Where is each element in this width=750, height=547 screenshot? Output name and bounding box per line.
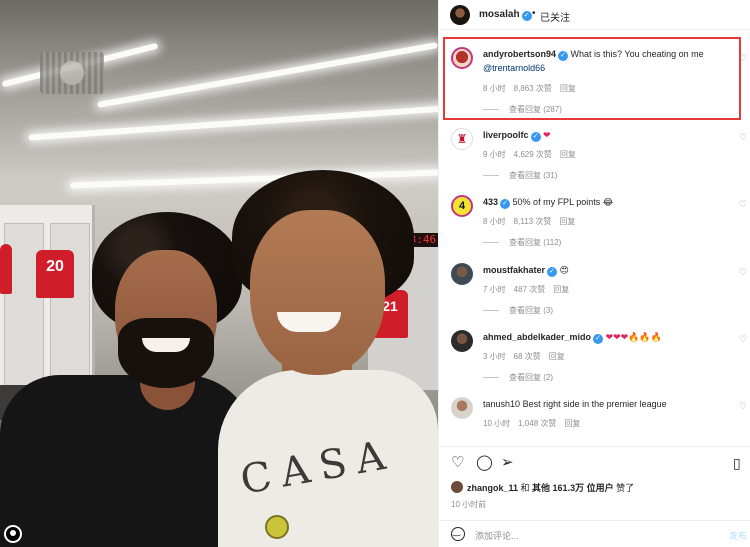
commenter-avatar[interactable] xyxy=(451,263,473,285)
likes-count[interactable]: 487 次赞 xyxy=(514,285,546,294)
person-left-shirt xyxy=(0,375,255,547)
comment-username[interactable]: liverpoolfc xyxy=(483,130,529,140)
verified-icon: ✓ xyxy=(593,334,604,344)
comment-text: ahmed_abdelkader_mido ✓ ❤❤❤🔥🔥🔥 xyxy=(483,332,662,344)
likes-count[interactable]: 8,113 次赞 xyxy=(514,217,552,226)
verified-icon: ✓ xyxy=(530,132,541,142)
comment-bubble-icon[interactable]: ◯ xyxy=(476,455,493,471)
header-separator: • xyxy=(532,8,536,19)
comment-meta: 7 小时 487 次赞 回复 xyxy=(483,285,570,294)
ceiling-vent xyxy=(40,52,104,94)
comment-input[interactable]: 添加评论... xyxy=(475,529,519,542)
comment-text: moustfakhater ✓ 😍 xyxy=(483,265,569,277)
comment-username[interactable]: ahmed_abdelkader_mido xyxy=(483,332,591,342)
comment-meta: 9 小时 4,629 次赞 回复 xyxy=(483,150,576,159)
reply-button[interactable]: 回复 xyxy=(553,285,569,294)
likes-count[interactable]: 68 次赞 xyxy=(514,352,541,361)
view-replies-button[interactable]: 查看回复 (3) xyxy=(483,305,553,316)
reply-button[interactable]: 回复 xyxy=(549,352,565,361)
comment-username[interactable]: tanush10 xyxy=(483,399,520,409)
verified-icon: ✓ xyxy=(500,199,511,209)
like-comment-heart-icon[interactable]: ♡ xyxy=(739,401,747,412)
commenter-avatar[interactable] xyxy=(451,330,473,352)
likes-count[interactable]: 1,048 次赞 xyxy=(518,419,556,428)
comment-meta: 8 小时 8,113 次赞 回复 xyxy=(483,217,576,226)
like-comment-heart-icon[interactable]: ♡ xyxy=(739,199,747,210)
emoji-icon[interactable] xyxy=(451,526,465,541)
liker-username[interactable]: zhangok_11 xyxy=(467,483,518,493)
reply-button[interactable]: 回复 xyxy=(564,419,580,428)
highlight-box xyxy=(443,37,741,120)
jersey-left: 20 xyxy=(36,250,74,298)
reply-button[interactable]: 回复 xyxy=(560,150,576,159)
comment-text: liverpoolfc ✓ ❤ xyxy=(483,130,551,142)
jersey-far-left xyxy=(0,244,12,294)
reply-button[interactable]: 回复 xyxy=(559,217,575,226)
author-avatar[interactable] xyxy=(450,5,470,25)
post-timestamp: 10 小时前 xyxy=(451,500,487,509)
add-comment-bar: 添加评论... 发布 xyxy=(439,520,750,547)
ceiling-light xyxy=(70,169,438,189)
likes-summary: zhangok_11 和 其他 161.3万 位用户 赞了 xyxy=(467,483,635,493)
commenter-avatar[interactable]: ♜ xyxy=(451,128,473,150)
post-photo[interactable]: 20 21 13:46 CASA xyxy=(0,0,438,547)
person-right-face xyxy=(250,210,385,375)
person-left-smile xyxy=(142,338,190,352)
commenter-avatar[interactable] xyxy=(451,397,473,419)
post-actions-bar: ♡ ◯ ➢ ▯ xyxy=(439,446,750,476)
follow-status-button[interactable]: 已关注 xyxy=(540,9,570,24)
view-replies-button[interactable]: 查看回复 (2) xyxy=(483,372,553,383)
like-heart-icon[interactable]: ♡ xyxy=(451,455,464,471)
liker-avatar[interactable] xyxy=(451,481,463,493)
verified-icon: ✓ xyxy=(521,11,532,21)
view-replies-button[interactable]: 查看回复 (31) xyxy=(483,170,557,181)
share-send-icon[interactable]: ➢ xyxy=(501,455,514,471)
verified-icon: ✓ xyxy=(547,267,558,277)
view-replies-button[interactable]: 查看回复 (112) xyxy=(483,237,561,248)
tagged-user-icon[interactable] xyxy=(4,525,22,543)
comment-username[interactable]: moustfakhater xyxy=(483,265,545,275)
person-left-beard xyxy=(118,318,214,388)
comment-meta: 3 小时 68 次赞 回复 xyxy=(483,352,565,361)
likes-others-link[interactable]: 其他 161.3万 位用户 xyxy=(532,483,614,493)
like-comment-heart-icon[interactable]: ♡ xyxy=(739,132,747,143)
comment-text: tanush10 Best right side in the premier … xyxy=(483,399,667,409)
person-right-smile xyxy=(277,312,341,332)
author-username[interactable]: mosalah ✓ xyxy=(479,9,532,21)
comment-meta: 10 小时 1,048 次赞 回复 xyxy=(483,419,581,428)
likes-count[interactable]: 4,629 次赞 xyxy=(514,150,552,159)
post-header: mosalah ✓ • 已关注 xyxy=(439,0,750,30)
like-comment-heart-icon[interactable]: ♡ xyxy=(739,334,747,345)
comment-username[interactable]: 433 xyxy=(483,197,498,207)
bookmark-icon[interactable]: ▯ xyxy=(733,455,741,471)
comment-text: 433 ✓ 50% of my FPL points 😂 xyxy=(483,197,614,209)
tennis-ball-print xyxy=(265,515,289,539)
like-comment-heart-icon[interactable]: ♡ xyxy=(739,267,747,278)
commenter-avatar[interactable]: 4 xyxy=(451,195,473,217)
post-comment-button[interactable]: 发布 xyxy=(729,529,747,542)
